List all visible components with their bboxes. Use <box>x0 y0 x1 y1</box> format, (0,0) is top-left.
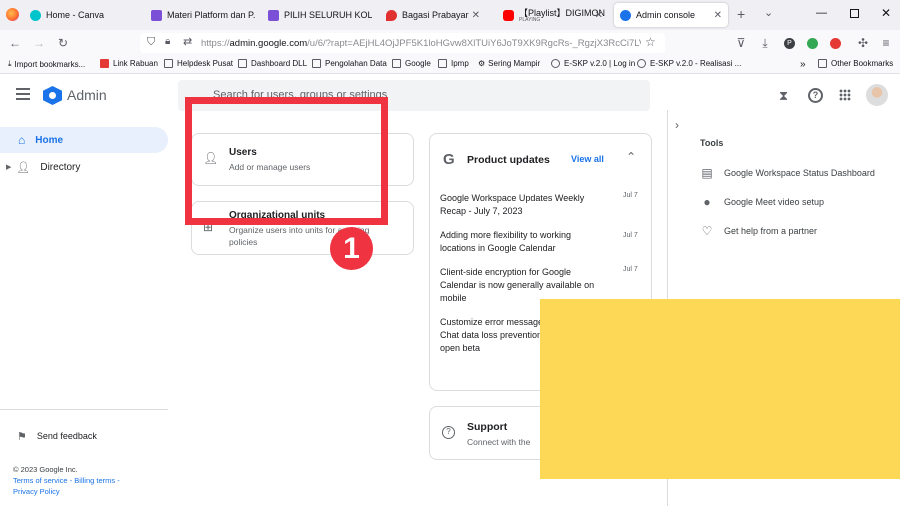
tool-meet-setup[interactable]: ● Google Meet video setup <box>700 195 824 209</box>
bookmark-dashboard-dll[interactable]: Dashboard DLL <box>238 59 307 68</box>
downloads-icon[interactable]: ⤓ <box>757 35 773 51</box>
close-window-button[interactable]: ✕ <box>881 6 891 20</box>
forward-arrow-icon[interactable]: → <box>31 35 47 51</box>
terms-link[interactable]: Terms of service <box>13 476 68 485</box>
expand-arrow-icon[interactable]: ▶ <box>6 163 11 171</box>
import-icon: ⤓ <box>8 59 12 68</box>
feedback-icon: ⚑ <box>17 430 27 443</box>
admin-title: Admin <box>67 87 107 103</box>
bookmark-sering-mampir[interactable]: ⚙ Sering Mampir <box>478 59 540 68</box>
restore-button[interactable] <box>850 9 859 18</box>
globe-icon <box>551 59 560 68</box>
list-tabs-icon[interactable]: ⌄ <box>764 6 773 19</box>
meet-icon: ● <box>703 195 711 209</box>
more-bookmarks-icon[interactable]: » <box>800 59 806 70</box>
page-icon <box>164 59 173 68</box>
org-units-subtitle: Organize users into units for applying p… <box>229 225 370 247</box>
bookmark-link-rabuan[interactable]: Link Rabuan <box>100 59 158 68</box>
folder-icon <box>238 59 247 68</box>
tool-status-dashboard[interactable]: ▤ Google Workspace Status Dashboard <box>700 166 875 180</box>
new-tab-button[interactable]: + <box>737 6 745 22</box>
admin-icon <box>620 9 631 21</box>
tab-home-canva[interactable]: Home - Canva <box>30 3 146 27</box>
tool-partner-help[interactable]: ♡ Get help from a partner <box>700 224 817 238</box>
form-icon <box>268 9 279 21</box>
bookmark-import[interactable]: ⤓ Import bookmarks... <box>8 59 85 69</box>
extensions-icon[interactable]: ✣ <box>855 35 871 51</box>
support-subtitle: Connect with the <box>467 437 531 447</box>
close-tab-icon[interactable]: ✕ <box>472 10 480 21</box>
gear-icon: ⚙ <box>478 59 486 68</box>
apps-grid-icon[interactable] <box>839 89 851 101</box>
collapse-panel-icon[interactable]: › <box>675 118 679 132</box>
tab-admin-console[interactable]: Admin console ✕ <box>614 3 728 27</box>
extension-p-icon[interactable]: P <box>784 38 795 49</box>
collapse-icon[interactable]: ⌄ <box>626 149 636 163</box>
permissions-icon[interactable]: ⇄ <box>183 35 192 48</box>
google-g-icon: G <box>443 151 455 168</box>
handshake-icon: ♡ <box>701 224 713 238</box>
annotation-highlight-box <box>185 97 388 225</box>
dashboard-icon: ▤ <box>701 166 713 180</box>
person-icon: 👤︎ <box>16 161 31 174</box>
bookmark-star-icon[interactable]: ☆ <box>645 35 656 49</box>
back-arrow-icon[interactable]: ← <box>7 35 23 51</box>
url-text: https://admin.google.com/u/6/?rapt=AEjHL… <box>201 37 641 49</box>
privacy-link[interactable]: Privacy Policy <box>13 487 60 496</box>
hourglass-icon[interactable]: ⧗ <box>779 88 788 104</box>
bookmarks-bar: ⤓ Import bookmarks... Link Rabuan Helpdes… <box>0 56 900 74</box>
adblock-icon[interactable] <box>830 38 841 49</box>
avatar[interactable] <box>866 84 888 106</box>
form-icon <box>151 9 162 21</box>
product-updates-title: Product updates <box>467 154 550 166</box>
pocket-icon[interactable]: ⊽ <box>733 35 749 51</box>
reload-icon[interactable]: ↻ <box>55 35 71 51</box>
tools-title: Tools <box>700 138 724 148</box>
globe-icon <box>637 59 646 68</box>
sidebar-item-home[interactable]: ⌂ Home <box>0 127 168 153</box>
bookmark-other[interactable]: Other Bookmarks <box>818 59 893 68</box>
close-tab-icon[interactable]: ✕ <box>595 10 603 21</box>
bookmark-ipmp[interactable]: Ipmp <box>438 59 469 68</box>
close-tab-icon[interactable]: ✕ <box>714 10 722 21</box>
folder-icon <box>392 59 401 68</box>
bookmark-pengolahan-data[interactable]: Pengolahan Data <box>312 59 387 68</box>
lock-icon[interactable]: 🔒︎ <box>165 36 170 47</box>
shield-icon[interactable]: ⛉ <box>147 36 155 49</box>
home-icon: ⌂ <box>18 133 26 147</box>
billing-link[interactable]: Billing terms <box>74 476 115 485</box>
bookmark-helpdesk-pusat[interactable]: Helpdesk Pusat <box>164 59 233 68</box>
bookmark-google[interactable]: Google <box>392 59 431 68</box>
navigation-toolbar: ← → ↻ ⛉ 🔒︎ ⇄ https://admin.google.com/u/… <box>0 30 900 56</box>
tab-bagasi-prabayar[interactable]: Bagasi Prabayar ✕ <box>386 3 486 27</box>
help-icon[interactable]: ? <box>808 88 823 103</box>
bookmark-eskp-realisasi[interactable]: E-SKP v.2.0 - Realisasi ... <box>637 59 741 68</box>
copyright-text: © 2023 Google Inc. <box>13 465 78 474</box>
url-bar[interactable]: ⛉ 🔒︎ ⇄ https://admin.google.com/u/6/?rap… <box>140 33 665 53</box>
minimize-button[interactable]: — <box>816 7 827 19</box>
main-menu-icon[interactable] <box>16 88 30 100</box>
tab-playlist-digimon[interactable]: 【Playlist】DIGIMON PLAYING ✕ <box>503 3 609 27</box>
annotation-number-badge: 1 <box>330 227 373 270</box>
folder-icon <box>818 59 827 68</box>
menu-icon[interactable]: ≡ <box>878 35 894 51</box>
firefox-icon[interactable] <box>6 8 19 21</box>
sidebar-item-directory[interactable]: ▶ 👤︎ Directory <box>0 154 168 180</box>
help-circle-icon: ? <box>442 426 455 439</box>
tab-pilih-seluruh[interactable]: PILIH SELURUH KOLOM... <box>268 3 372 27</box>
bookmark-eskp-login[interactable]: E-SKP v.2.0 | Log in <box>551 59 635 68</box>
tab-materi-platform[interactable]: Materi Platform dan P... <box>151 3 256 27</box>
s-icon <box>100 59 109 68</box>
view-all-link[interactable]: View all <box>571 154 604 164</box>
canva-icon <box>30 9 41 21</box>
folder-icon <box>312 59 321 68</box>
browser-tab-strip: Home - Canva Materi Platform dan P... PI… <box>0 0 900 30</box>
extension-green-icon[interactable] <box>807 38 818 49</box>
youtube-icon <box>503 9 514 21</box>
airline-icon <box>386 9 397 21</box>
yellow-overlay <box>540 299 900 479</box>
folder-icon <box>438 59 447 68</box>
support-title: Support <box>467 421 508 433</box>
send-feedback-button[interactable]: ⚑ Send feedback <box>0 423 97 449</box>
